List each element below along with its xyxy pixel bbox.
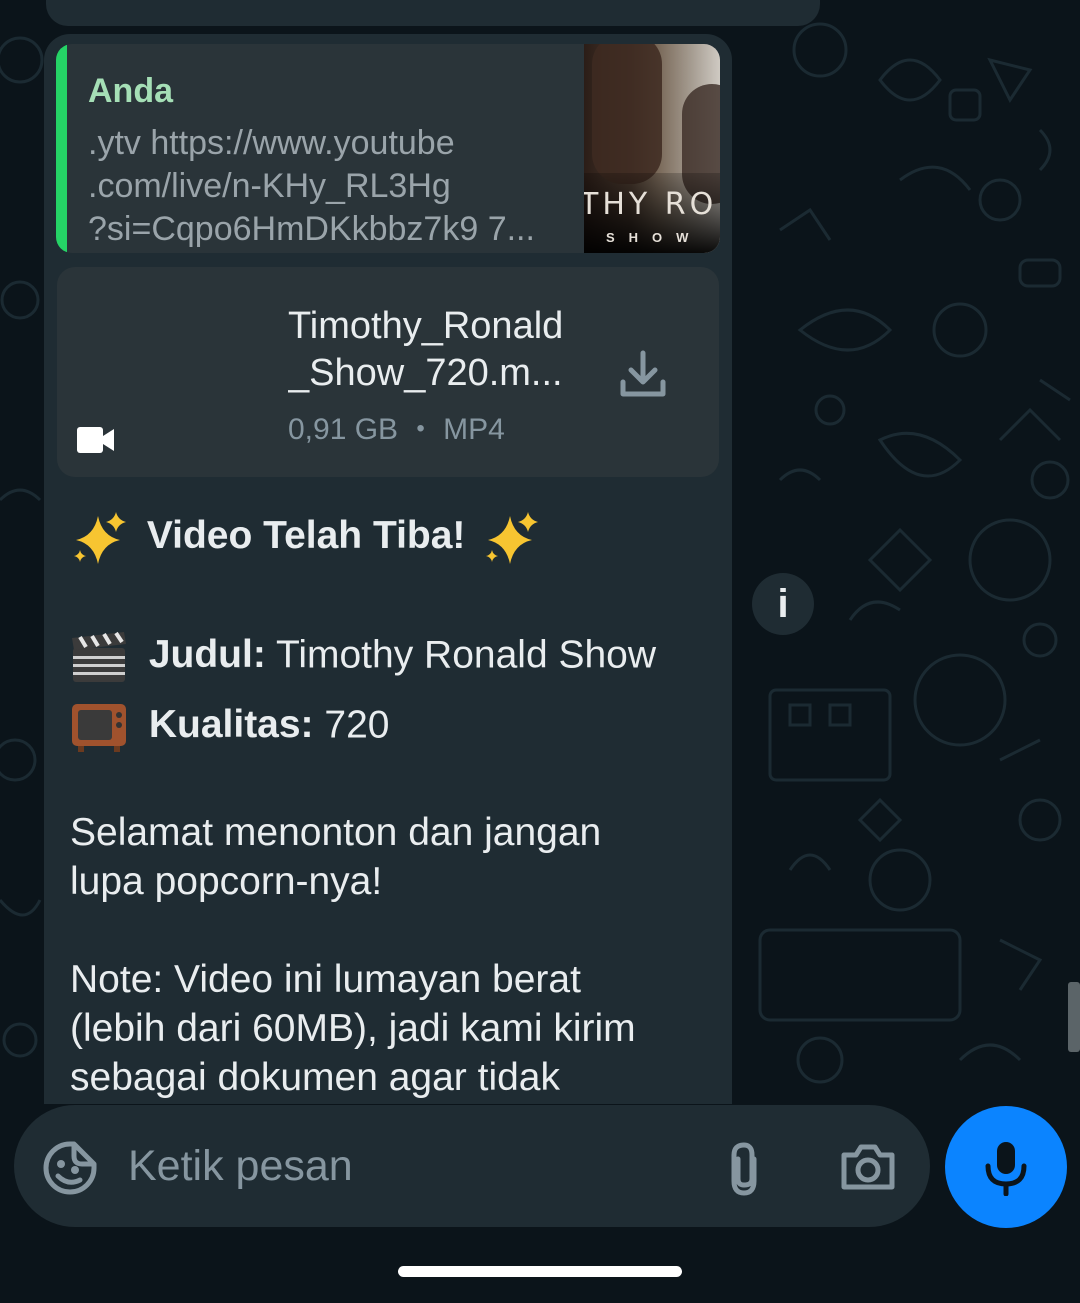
paragraph-line: lupa popcorn-nya! <box>70 860 383 903</box>
message-bubble[interactable]: Anda .ytv https://www.youtube .com/live/… <box>44 34 732 1104</box>
download-icon[interactable] <box>619 349 667 399</box>
thumbnail-title: THY RO <box>584 187 718 222</box>
quality-value: 720 <box>324 703 390 747</box>
title-line: Judul: Timothy Ronald Show <box>70 630 656 684</box>
document-size: 0,91 GB <box>288 413 399 446</box>
title-value: Timothy Ronald Show <box>275 633 657 677</box>
sparkles-icon <box>486 512 539 564</box>
title-label: Judul: <box>148 633 266 677</box>
document-meta: 0,91 GB • MP4 <box>288 413 505 447</box>
home-indicator[interactable] <box>398 1266 682 1277</box>
paragraph-line: sebagai dokumen agar tidak <box>70 1056 560 1099</box>
paragraph-line: (lebih dari 60MB), jadi kami kirim <box>70 1007 636 1050</box>
document-name: Timothy_Ronald _Show_720.m... <box>288 303 588 397</box>
headline-text: Video Telah Tiba! <box>146 514 466 558</box>
voice-message-button[interactable] <box>945 1106 1067 1228</box>
paragraph-line: Selamat menonton dan jangan <box>70 811 602 854</box>
video-camera-icon <box>77 427 114 453</box>
paperclip-icon[interactable] <box>724 1141 764 1197</box>
thumbnail-subtitle: SHOW <box>606 230 703 245</box>
message-input[interactable]: Ketik pesan <box>128 1142 353 1191</box>
sticker-icon[interactable] <box>42 1140 98 1196</box>
paragraph-line: Note: Video ini lumayan berat <box>70 958 581 1001</box>
message-composer[interactable]: Ketik pesan <box>14 1105 930 1227</box>
quote-text-line: ?si=Cqpo6HmDKkbbz7k9 7... <box>88 210 535 248</box>
television-icon <box>72 704 126 752</box>
paragraph-2: Note: Video ini lumayan berat (lebih dar… <box>70 955 636 1102</box>
camera-icon[interactable] <box>840 1141 896 1191</box>
quote-thumbnail: THY RO SHOW <box>584 44 720 253</box>
quote-text-line: .com/live/n-KHy_RL3Hg <box>88 167 451 205</box>
document-name-line: _Show_720.m... <box>288 352 563 394</box>
quality-line: Kualitas: 720 <box>70 700 389 754</box>
quote-author: Anda <box>88 72 173 110</box>
previous-message-bubble[interactable] <box>46 0 820 26</box>
document-name-line: Timothy_Ronald <box>288 305 564 347</box>
quote-text-line: .ytv https://www.youtube <box>88 124 455 162</box>
quality-label: Kualitas: <box>148 703 314 747</box>
info-button[interactable]: i <box>752 573 814 635</box>
quote-text: .ytv https://www.youtube .com/live/n-KHy… <box>88 122 563 251</box>
quoted-reply[interactable]: Anda .ytv https://www.youtube .com/live/… <box>56 44 720 253</box>
sparkles-icon <box>74 512 126 564</box>
clapper-board-icon <box>72 631 126 682</box>
scrollbar-thumb[interactable] <box>1068 982 1080 1052</box>
thumbnail-figure <box>592 44 662 184</box>
meta-separator: • <box>416 415 425 442</box>
paragraph-1: Selamat menonton dan jangan lupa popcorn… <box>70 808 601 906</box>
document-attachment[interactable]: Timothy_Ronald _Show_720.m... 0,91 GB • … <box>57 267 719 477</box>
message-headline: Video Telah Tiba! <box>70 510 542 566</box>
microphone-icon <box>985 1142 1027 1196</box>
document-type: MP4 <box>443 413 505 446</box>
quote-accent-bar <box>56 44 67 253</box>
